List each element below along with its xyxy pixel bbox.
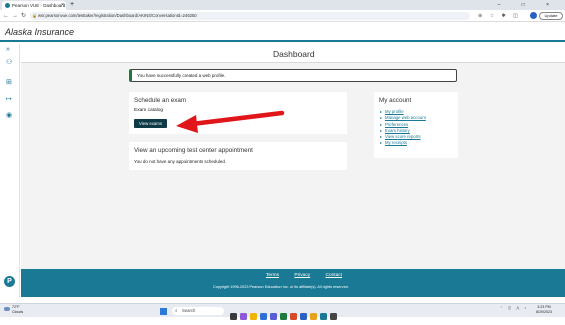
address-bar-row: ← → ↻ 🔒 wsr.pearsonvue.com/testtaker/reg…	[0, 10, 565, 22]
schedule-exam-card: Schedule an exam Exam catalog View exams	[129, 92, 347, 134]
brand-title: Alaska Insurance	[5, 27, 75, 37]
reload-button[interactable]: ↻	[21, 11, 26, 21]
clock-time: 3:23 PM	[537, 305, 551, 309]
taskbar-clock[interactable]: 3:23 PM 8/29/2023	[536, 305, 552, 315]
sidebar: » ⚇ ⊞ ↦ ◉ P	[0, 44, 20, 297]
footer-link-privacy[interactable]: Privacy	[294, 273, 310, 278]
upcoming-appointment-card: View an upcoming test center appointment…	[129, 142, 347, 170]
back-button[interactable]: ←	[3, 11, 9, 21]
pearson-logo-icon: P	[4, 276, 15, 287]
no-appointments-text: You do not have any appointments schedul…	[134, 159, 227, 164]
footer-links: Terms Privacy Contact	[266, 273, 356, 278]
sitemap-icon[interactable]: ⊞	[6, 79, 12, 87]
weather-temp: 72°F	[12, 305, 20, 309]
site-header: Alaska Insurance	[0, 22, 565, 42]
clock-date: 8/29/2023	[536, 310, 552, 314]
toolbar-icons[interactable]: ⊕ ☆ ✱ ◫	[478, 12, 521, 20]
browser-tab[interactable]: Pearson VUE - Dashboard ×	[2, 1, 66, 10]
user-icon[interactable]: ⚇	[6, 59, 12, 67]
windows-start-icon[interactable]	[160, 308, 167, 315]
update-button[interactable]: Update	[539, 12, 563, 20]
schedule-heading: Schedule an exam	[134, 97, 187, 104]
copyright-text: Copyright 1996-2023 Pearson Education In…	[213, 285, 349, 289]
taskbar-search-label: Search	[182, 308, 196, 313]
url-field[interactable]: 🔒 wsr.pearsonvue.com/testtaker/registrat…	[30, 12, 470, 20]
account-heading: My account	[379, 97, 412, 104]
browser-tab-bar: Pearson VUE - Dashboard × + – □ ×	[0, 0, 565, 10]
forward-button[interactable]: →	[12, 11, 18, 21]
cloud-icon	[4, 307, 10, 311]
sign-out-icon[interactable]: ↦	[6, 96, 12, 104]
my-account-card: My account ▸ My profile ▸ Manage web accou…	[374, 92, 458, 158]
url-text: wsr.pearsonvue.com/testtaker/registratio…	[38, 13, 197, 18]
weather-desc: Clouds	[12, 309, 24, 314]
profile-avatar[interactable]	[530, 12, 537, 19]
taskbar-apps	[230, 307, 340, 325]
upcoming-heading: View an upcoming test center appointment	[134, 147, 253, 154]
system-tray-icons[interactable]: ⌃ ◫ ⋀ ♪	[500, 306, 528, 310]
search-icon: ⌕	[175, 308, 178, 313]
footer-link-contact[interactable]: Contact	[325, 273, 342, 278]
help-icon[interactable]: ◉	[6, 112, 12, 120]
window-controls[interactable]: – □ ×	[498, 0, 560, 10]
lock-icon: 🔒	[32, 13, 37, 18]
exam-catalog-label: Exam catalog	[134, 108, 164, 113]
view-exams-button[interactable]: View exams	[134, 119, 167, 128]
link-my-receipts[interactable]: ▸ My receipts	[380, 140, 426, 146]
tab-close-icon[interactable]: ×	[61, 1, 64, 10]
page-title: Dashboard	[273, 49, 315, 59]
pearson-favicon-icon	[5, 3, 10, 8]
tab-title: Pearson VUE - Dashboard	[12, 3, 66, 8]
taskbar: 72°F Clouds ⌕ Search ⌃ ◫ ⋀ ♪ 3:23 PM 8/29…	[0, 303, 565, 320]
footer-link-terms[interactable]: Terms	[266, 273, 279, 278]
expand-sidebar-icon[interactable]: »	[6, 46, 10, 54]
success-alert: You have successfully created a web prof…	[129, 69, 457, 82]
taskbar-search[interactable]: ⌕ Search	[172, 307, 224, 315]
new-tab-button[interactable]: +	[70, 0, 74, 10]
account-links: ▸ My profile ▸ Manage web account ▸ Prefere…	[380, 109, 426, 147]
site-footer: Terms Privacy Contact Copyright 1996-202…	[21, 269, 565, 297]
